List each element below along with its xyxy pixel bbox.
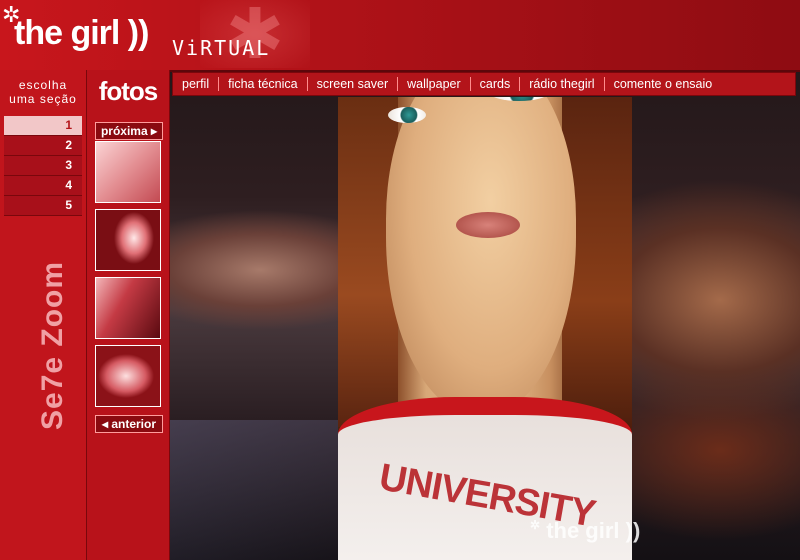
nav-comente-o-ensaio[interactable]: comente o ensaio (605, 77, 722, 91)
photos-title: fotos (98, 76, 159, 106)
top-navigation: perfil ficha técnica screen saver wallpa… (172, 72, 796, 96)
watermark-text: the girl (546, 518, 620, 543)
section-item-5[interactable]: 5 (4, 196, 82, 216)
previous-photo-button[interactable]: ◂ anterior (95, 415, 163, 433)
main-photo: UNIVERSITY (338, 97, 632, 560)
eye-left (388, 107, 426, 123)
photo-thumbnail-1[interactable] (95, 141, 161, 203)
section-prompt-line2: uma seção (9, 92, 77, 106)
photos-column: fotos próxima ▸ ◂ anterior (86, 70, 170, 560)
photo-thumbnail-4[interactable] (95, 345, 161, 407)
brand-vertical-text: Se7e Zoom (36, 260, 69, 430)
jeans-highlight (170, 420, 350, 560)
nav-wallpaper[interactable]: wallpaper (398, 77, 471, 91)
nav-cards[interactable]: cards (471, 77, 521, 91)
lips (456, 212, 520, 238)
nav-screen-saver[interactable]: screen saver (308, 77, 399, 91)
site-subtitle: ViRTUAL (172, 36, 271, 60)
logo-paren: )) (127, 14, 150, 52)
section-sidebar: escolha uma seção 1 2 3 4 5 Se7e Zoom (0, 70, 86, 560)
nav-radio-thegirl[interactable]: rádio thegirl (520, 77, 605, 91)
nav-perfil[interactable]: perfil (173, 77, 220, 91)
next-photo-button[interactable]: próxima ▸ (95, 122, 163, 140)
section-item-1[interactable]: 1 (4, 116, 82, 136)
section-item-3[interactable]: 3 (4, 156, 82, 176)
nav-ficha-tecnica[interactable]: ficha técnica (219, 77, 308, 91)
section-prompt: escolha uma seção (4, 78, 82, 106)
watermark-flower-icon: ✲ (530, 518, 541, 532)
eye-right (490, 97, 548, 101)
photo-thumbnail-3[interactable] (95, 277, 161, 339)
watermark-paren: )) (625, 518, 641, 543)
section-list: 1 2 3 4 5 (4, 116, 82, 216)
logo-text: the girl (14, 14, 120, 52)
photo-thumbnail-2[interactable] (95, 209, 161, 271)
watermark-logo: ✲ the girl )) (530, 518, 640, 544)
section-prompt-line1: escolha (18, 78, 68, 92)
site-header: ✱ ✲ the girl )) ViRTUAL (0, 0, 800, 72)
face (386, 97, 576, 417)
section-item-4[interactable]: 4 (4, 176, 82, 196)
section-item-2[interactable]: 2 (4, 136, 82, 156)
site-logo[interactable]: the girl )) (14, 14, 150, 53)
